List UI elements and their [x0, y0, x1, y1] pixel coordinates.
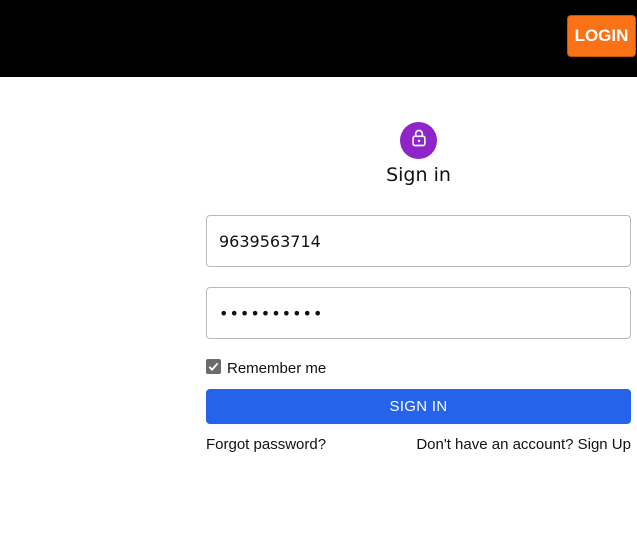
page-title: Sign in: [386, 164, 451, 186]
remember-me[interactable]: Remember me: [206, 356, 326, 377]
login-button[interactable]: LOGIN: [567, 15, 636, 57]
remember-me-checkbox[interactable]: [206, 359, 221, 374]
checkmark-icon: [208, 362, 219, 372]
forgot-password-link[interactable]: Forgot password?: [206, 436, 326, 453]
password-input[interactable]: [206, 287, 631, 339]
lock-avatar: [400, 122, 437, 159]
top-navbar: LOGIN: [0, 0, 637, 77]
remember-me-label: Remember me: [227, 360, 327, 377]
sign-up-link[interactable]: Don't have an account? Sign Up: [416, 436, 631, 453]
phone-input[interactable]: [206, 215, 631, 267]
lock-icon: [409, 128, 429, 153]
sign-in-button[interactable]: SIGN IN: [206, 389, 631, 424]
